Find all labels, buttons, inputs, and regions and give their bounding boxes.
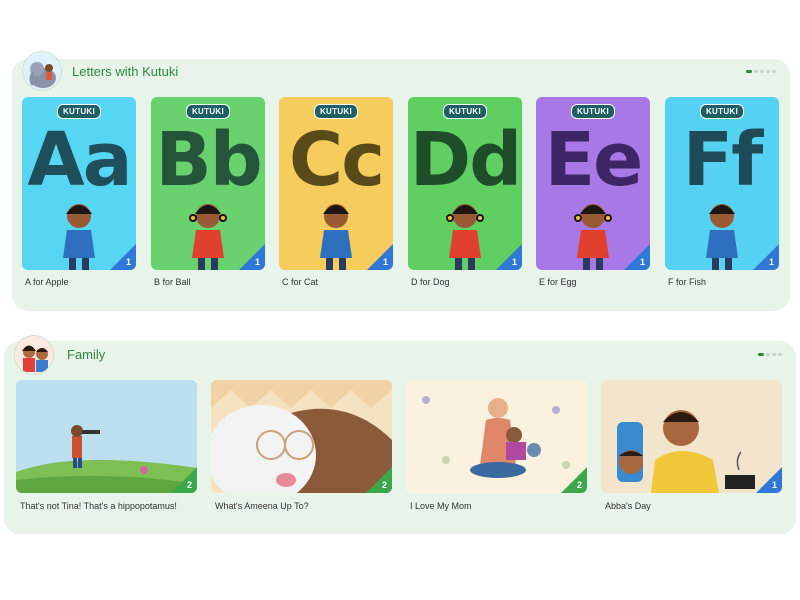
card-letters: Cc xyxy=(288,117,385,203)
shelf-title: Family xyxy=(67,347,106,362)
count-badge: 1 xyxy=(768,257,774,267)
count-corner xyxy=(624,244,650,270)
card-label[interactable]: C for Cat xyxy=(282,277,318,287)
page-dot-active[interactable] xyxy=(746,70,752,73)
story-card-tina[interactable]: 2 xyxy=(16,380,197,493)
girl-character-icon xyxy=(446,204,484,270)
page-dot-active[interactable] xyxy=(758,353,764,356)
page-dot[interactable] xyxy=(772,70,776,73)
count-corner xyxy=(561,467,587,493)
boy-character-icon xyxy=(320,204,352,270)
letter-card[interactable]: KUTUKI Ee 1 xyxy=(536,97,650,270)
page-dot[interactable] xyxy=(754,70,758,73)
card-letters: Ee xyxy=(544,117,644,203)
story-illustration xyxy=(16,380,197,493)
story-illustration xyxy=(406,380,587,493)
card-label[interactable]: D for Dog xyxy=(411,277,450,287)
boy-character-icon xyxy=(63,204,95,270)
card-label[interactable]: I Love My Mom xyxy=(410,501,472,511)
story-card-abba[interactable]: 1 xyxy=(601,380,782,493)
story-illustration xyxy=(601,380,782,493)
pagination-dots xyxy=(746,70,776,73)
shelf-title: Letters with Kutuki xyxy=(72,64,179,79)
card-letters: Dd xyxy=(409,117,522,203)
count-corner xyxy=(110,244,136,270)
letter-card[interactable]: KUTUKI Dd 1 xyxy=(408,97,522,270)
count-badge: 1 xyxy=(382,257,388,267)
girl-character-icon xyxy=(189,204,227,270)
letter-card[interactable]: KUTUKI Bb 1 xyxy=(151,97,265,270)
story-illustration xyxy=(211,380,392,493)
count-badge: 1 xyxy=(771,480,777,490)
letters-shelf: Letters with Kutuki KUTUKI Aa 1 A for Apple… xyxy=(12,51,790,311)
card-label[interactable]: F for Fish xyxy=(668,277,706,287)
card-letters: Aa xyxy=(27,117,132,203)
count-corner xyxy=(496,244,522,270)
card-label[interactable]: What's Ameena Up To? xyxy=(215,501,309,511)
count-corner xyxy=(753,244,779,270)
count-badge: 2 xyxy=(186,480,192,490)
letter-card[interactable]: KUTUKI Ff 1 xyxy=(665,97,779,270)
family-icon[interactable] xyxy=(14,335,54,375)
count-badge: 1 xyxy=(254,257,260,267)
page-dot[interactable] xyxy=(766,353,770,356)
page-dot[interactable] xyxy=(778,353,782,356)
card-label[interactable]: B for Ball xyxy=(154,277,191,287)
count-corner xyxy=(366,467,392,493)
count-badge: 1 xyxy=(639,257,645,267)
letter-card[interactable]: KUTUKI Aa 1 xyxy=(22,97,136,270)
card-label[interactable]: Abba's Day xyxy=(605,501,651,511)
letter-card[interactable]: KUTUKI Cc 1 xyxy=(279,97,393,270)
page-dot[interactable] xyxy=(772,353,776,356)
page-dot[interactable] xyxy=(760,70,764,73)
page-dot[interactable] xyxy=(766,70,770,73)
story-card-ameena[interactable]: 2 xyxy=(211,380,392,493)
count-corner xyxy=(367,244,393,270)
count-corner xyxy=(756,467,782,493)
count-badge: 2 xyxy=(576,480,582,490)
story-card-mom[interactable]: 2 xyxy=(406,380,587,493)
family-shelf: Family 2 That's not Tina! That's a hippo… xyxy=(4,335,796,534)
card-label[interactable]: That's not Tina! That's a hippopotamus! xyxy=(20,501,177,511)
count-corner xyxy=(171,467,197,493)
count-badge: 2 xyxy=(381,480,387,490)
boy-character-icon xyxy=(706,204,738,270)
elephant-kids-icon[interactable] xyxy=(22,51,62,91)
card-letters: Ff xyxy=(682,117,764,203)
count-badge: 1 xyxy=(511,257,517,267)
count-badge: 1 xyxy=(125,257,131,267)
pagination-dots xyxy=(758,353,782,356)
girl-character-icon xyxy=(574,204,612,270)
card-label[interactable]: A for Apple xyxy=(25,277,69,287)
count-corner xyxy=(239,244,265,270)
card-label[interactable]: E for Egg xyxy=(539,277,577,287)
card-letters: Bb xyxy=(155,117,262,203)
